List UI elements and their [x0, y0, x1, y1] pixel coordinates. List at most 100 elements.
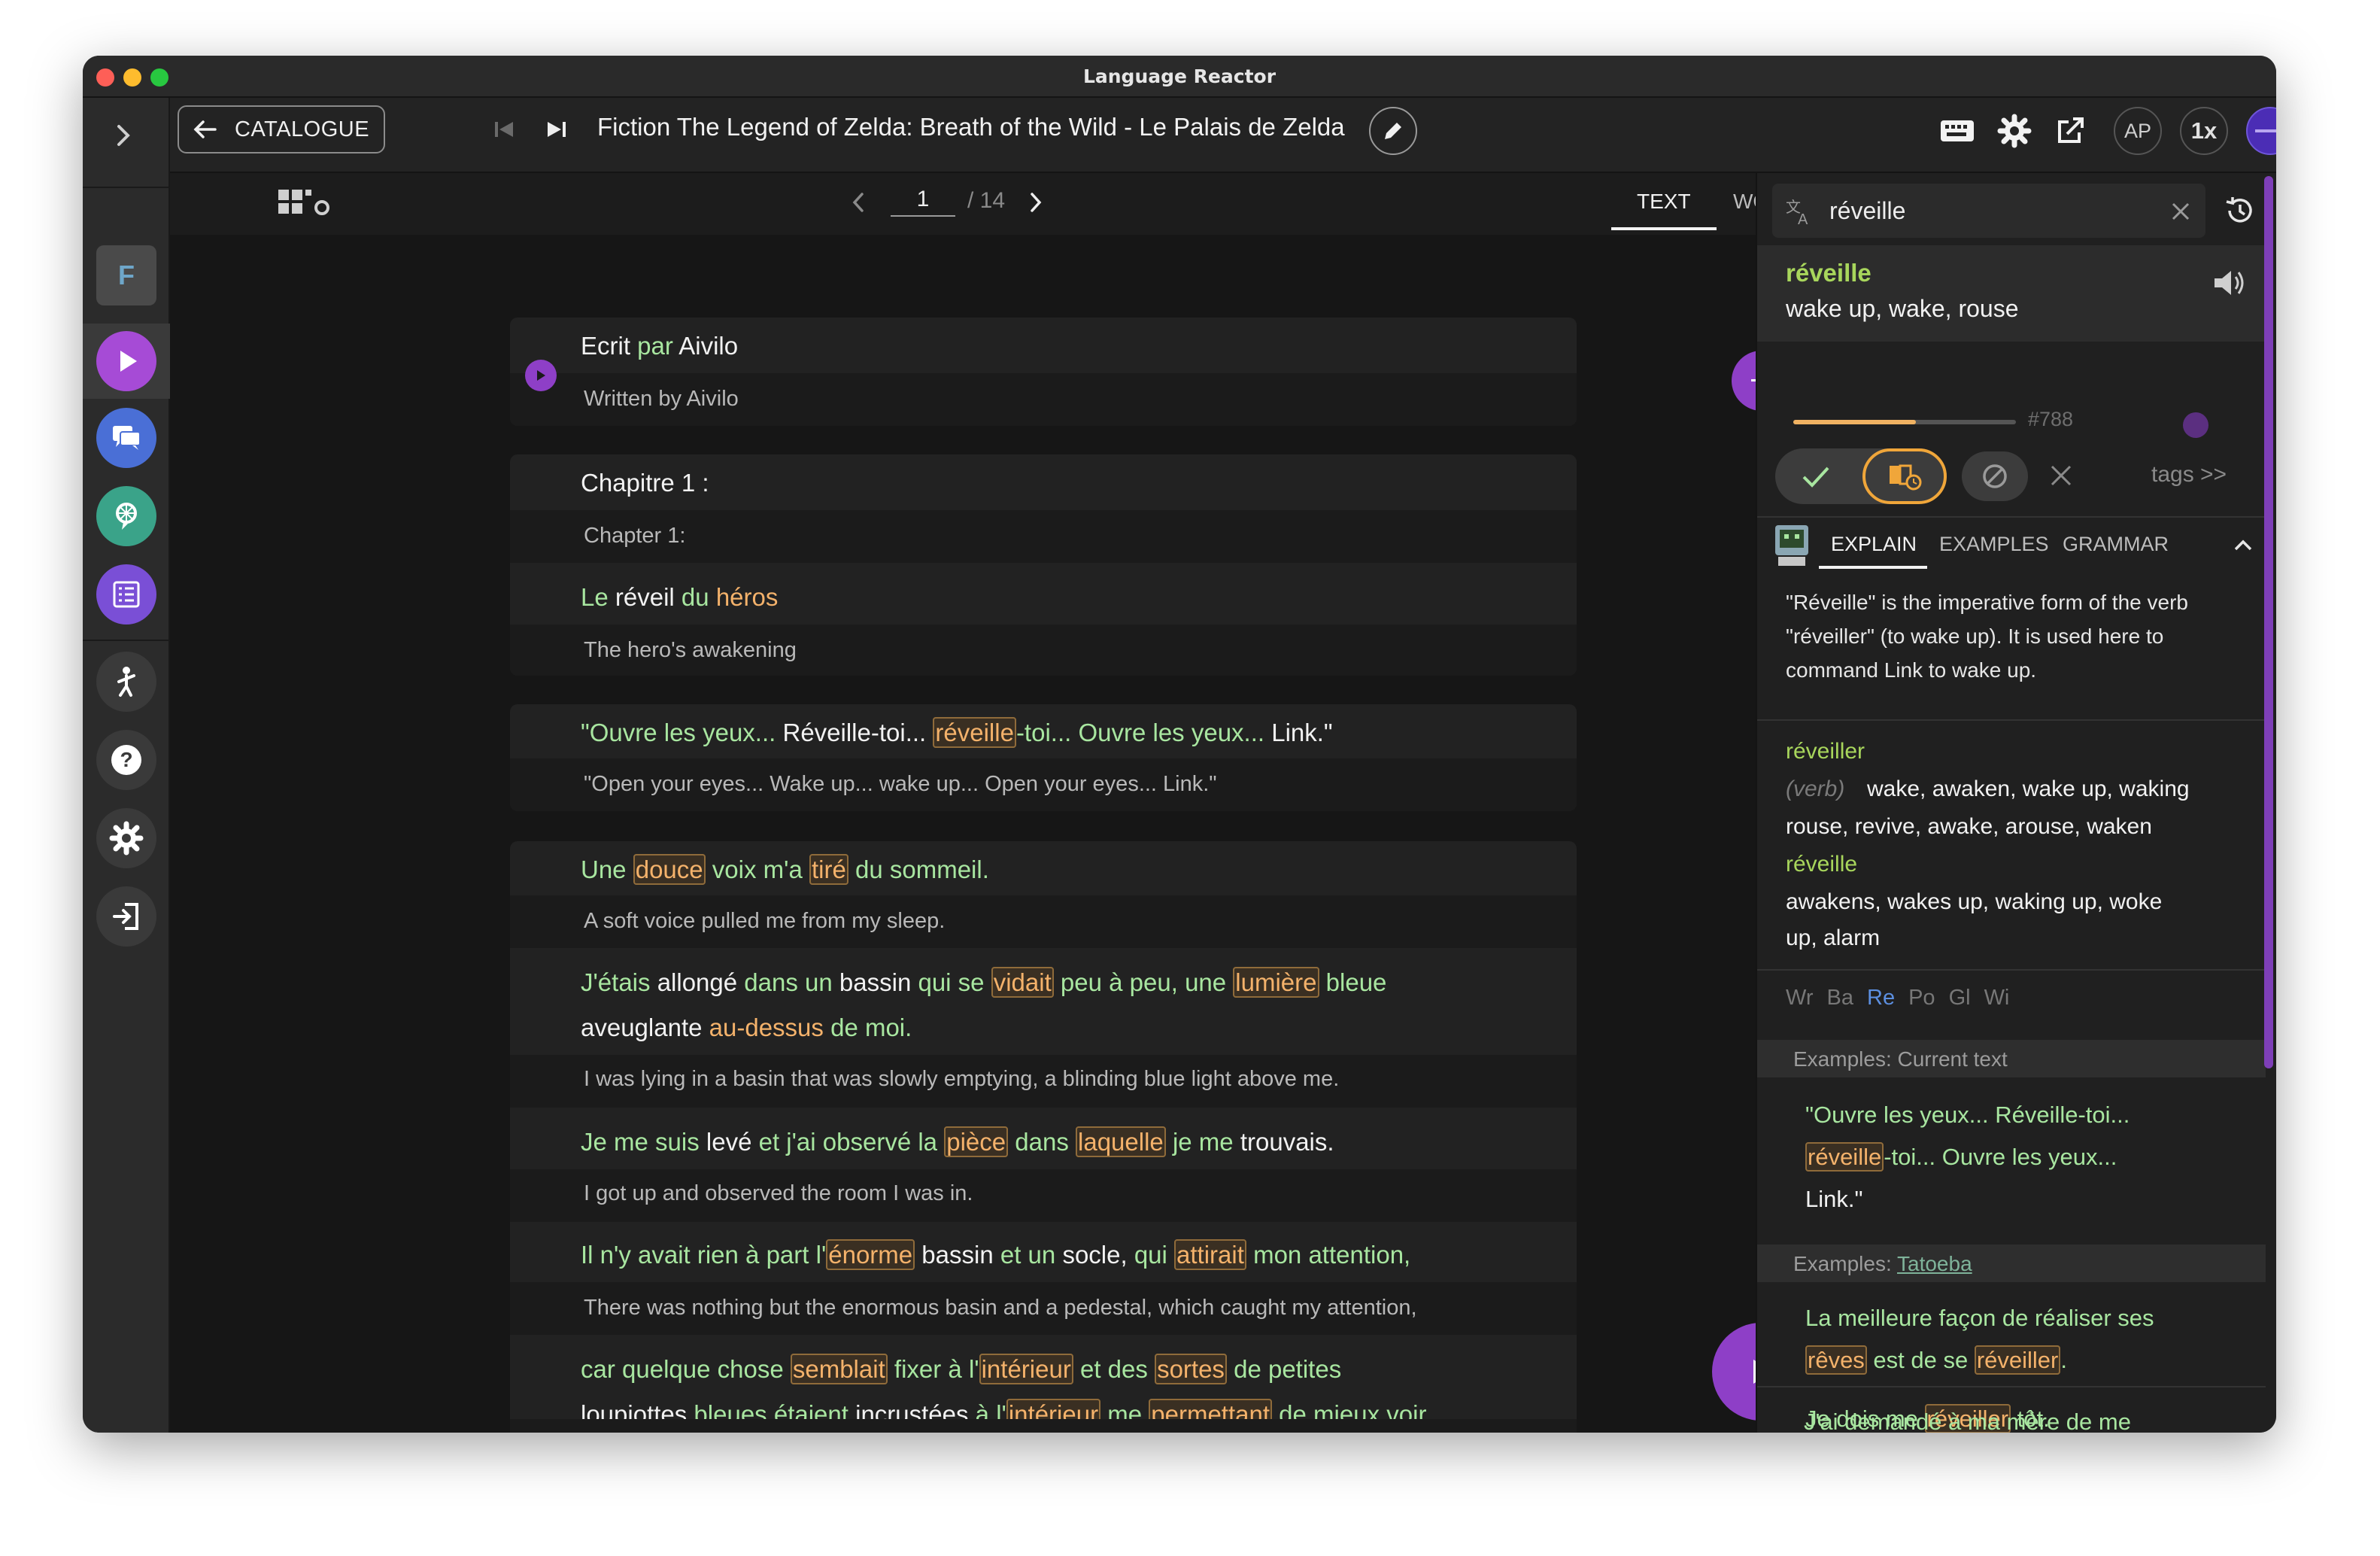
edit-title-button[interactable]	[1369, 107, 1417, 155]
share-icon[interactable]	[2054, 114, 2087, 150]
source-tab[interactable]: Wi	[1984, 986, 2010, 1010]
sentence-4-continued[interactable]: aveuglante au-dessus de moi.	[581, 1005, 1547, 1050]
catalogue-button[interactable]: CATALOGUE	[178, 105, 385, 153]
frequency-bar	[1793, 420, 2016, 424]
vocabulary-icon[interactable]	[96, 486, 156, 546]
page-number-input[interactable]: 1	[891, 187, 955, 217]
person-walking-icon[interactable]	[96, 652, 156, 712]
title-bar: Language Reactor	[83, 56, 2276, 98]
source-tab[interactable]: Gl	[1949, 986, 1971, 1010]
profile-avatar[interactable]: F	[96, 245, 156, 305]
author-translation: Written by Aivilo	[584, 387, 739, 411]
left-sidebar: F ?	[83, 98, 170, 1433]
toolbar: CATALOGUE Fiction The Legend of Zelda: B…	[170, 98, 2276, 173]
settings-gear-icon[interactable]	[96, 808, 156, 868]
mark-learning-icon[interactable]	[1862, 448, 1947, 504]
sentence-4-translation: I was lying in a basin that was slowly e…	[584, 1067, 1340, 1091]
play-icon[interactable]	[96, 331, 156, 391]
examples-current-header: Examples: Current text	[1757, 1040, 2266, 1077]
text-list-icon[interactable]	[96, 564, 156, 625]
lemma[interactable]: réveiller	[1786, 739, 1865, 764]
remove-icon[interactable]	[2048, 462, 2075, 492]
sentence-6-translation: There was nothing but the enormous basin…	[584, 1296, 1417, 1320]
search-input[interactable]: réveille	[1829, 197, 1905, 225]
play-icon	[1753, 1360, 1756, 1384]
chat-icon[interactable]	[96, 408, 156, 468]
playback-speed-button[interactable]: 1x	[2180, 107, 2228, 155]
panel-scrollbar[interactable]	[2264, 176, 2273, 1068]
source-tab[interactable]: Ba	[1827, 986, 1853, 1010]
svg-text:?: ?	[120, 748, 132, 771]
current-example[interactable]: "Ouvre les yeux... Réveille-toi... révei…	[1805, 1094, 2227, 1220]
chevron-up-icon[interactable]	[2231, 536, 2255, 557]
tatoeba-link[interactable]: Tatoeba	[1897, 1252, 1972, 1275]
sentence-3[interactable]: Une douce voix m'a tiré du sommeil.	[581, 847, 1547, 892]
layout-settings-icon[interactable]	[277, 187, 334, 223]
tab-text[interactable]: TEXT	[1637, 190, 1691, 214]
window-title: Language Reactor	[1082, 65, 1277, 87]
arrow-left-icon	[193, 120, 217, 138]
minus-icon[interactable]	[2246, 107, 2276, 155]
sentence-5[interactable]: Je me suis levé et j'ai observé la pièce…	[581, 1120, 1547, 1165]
part-of-speech: (verb)	[1786, 776, 1845, 801]
document-title: Fiction The Legend of Zelda: Breath of t…	[597, 113, 1345, 141]
tab-grammar[interactable]: GRAMMAR	[2063, 533, 2169, 556]
word-gloss: wake up, wake, rouse	[1786, 295, 2019, 322]
play-sentence-icon[interactable]	[525, 360, 557, 391]
author-line: Ecrit par Aivilo	[581, 332, 739, 360]
word-card: réveille wake up, wake, rouse	[1757, 245, 2266, 342]
dictionary-sources: Wr Ba Re Po Gl Wi	[1786, 986, 2009, 1010]
next-page-icon[interactable]	[1025, 190, 1047, 218]
speaker-icon[interactable]	[2212, 266, 2248, 302]
source-tab[interactable]: Re	[1867, 986, 1895, 1010]
sentence-6[interactable]: Il n'y avait rien à part l'énorme bassin…	[581, 1232, 1547, 1278]
examples-tatoeba-header: Examples: Tatoeba	[1757, 1244, 2266, 1282]
chapter-heading[interactable]: Chapitre 1 :	[581, 460, 1547, 506]
expand-sidebar-icon[interactable]	[108, 120, 138, 153]
keyboard-shortcuts-icon[interactable]	[1939, 114, 1978, 150]
chapter-translation: Chapter 1:	[584, 524, 686, 548]
play-audio-button[interactable]	[1712, 1323, 1756, 1421]
sentence-1[interactable]: Le réveil du héros	[581, 575, 1547, 620]
tatoeba-example[interactable]: La meilleure façon de réaliser ses rêves…	[1805, 1297, 2227, 1381]
help-icon[interactable]: ?	[96, 730, 156, 790]
collapse-icon[interactable]	[1732, 351, 1756, 411]
lemma-senses: wake, awaken, wake up, waking	[1867, 776, 2190, 801]
pencil-icon	[1385, 123, 1401, 139]
ignore-word-icon[interactable]	[1962, 451, 2028, 501]
tags-link[interactable]: tags >>	[2151, 462, 2227, 488]
chapter-block: Chapitre 1 : Chapter 1: Le réveil du hér…	[510, 454, 1577, 676]
sentence-7[interactable]: car quelque chose semblait fixer à l'int…	[581, 1347, 1547, 1392]
skip-to-next-icon[interactable]	[543, 116, 570, 146]
author-block: Ecrit par Aivilo Written by Aivilo	[510, 318, 1577, 426]
tatoeba-example[interactable]: J'ai demandé à ma mère de me	[1804, 1409, 2131, 1433]
settings-gear-icon[interactable]	[1996, 113, 2032, 152]
mark-known-icon[interactable]	[1801, 463, 1831, 494]
clear-search-icon[interactable]	[2169, 200, 2192, 226]
dictionary-panel: 文A réveille réveille wake up, wake, rous…	[1756, 173, 2276, 1433]
reader-subbar: 1 / 14 TEXT WORDS	[170, 173, 1814, 235]
translate-icon: 文A	[1784, 197, 1814, 230]
sentence-5-translation: I got up and observed the room I was in.	[584, 1181, 973, 1205]
skip-to-start-icon[interactable]	[490, 116, 518, 146]
explanation-text: "Réveille" is the imperative form of the…	[1786, 591, 2188, 682]
reader-content: Ecrit par Aivilo Written by Aivilo Chapi…	[170, 235, 1756, 1433]
word-search: 文A réveille	[1772, 184, 2205, 238]
word-form[interactable]: réveille	[1786, 852, 1857, 877]
previous-page-icon[interactable]	[847, 190, 870, 218]
sentence-1-translation: The hero's awakening	[584, 638, 797, 662]
sentence-4[interactable]: J'étais allongé dans un bassin qui se vi…	[581, 960, 1547, 1005]
frequency-rank: #788	[2028, 408, 2074, 430]
sentence-2[interactable]: "Ouvre les yeux... Réveille-toi... révei…	[581, 710, 1547, 755]
user-account-button[interactable]: AP	[2114, 107, 2162, 155]
ai-assistant-icon	[1774, 524, 1810, 567]
page-total: / 14	[967, 188, 1006, 213]
tab-examples[interactable]: EXAMPLES	[1939, 533, 2049, 556]
tab-explain[interactable]: EXPLAIN	[1831, 533, 1917, 556]
exit-icon[interactable]	[96, 886, 156, 947]
form-senses: awakens, wakes up, waking up, woke	[1786, 889, 2163, 914]
source-tab[interactable]: Po	[1908, 986, 1935, 1010]
info-icon[interactable]	[2183, 412, 2208, 438]
source-tab[interactable]: Wr	[1786, 986, 1814, 1010]
history-icon[interactable]	[2224, 194, 2257, 230]
